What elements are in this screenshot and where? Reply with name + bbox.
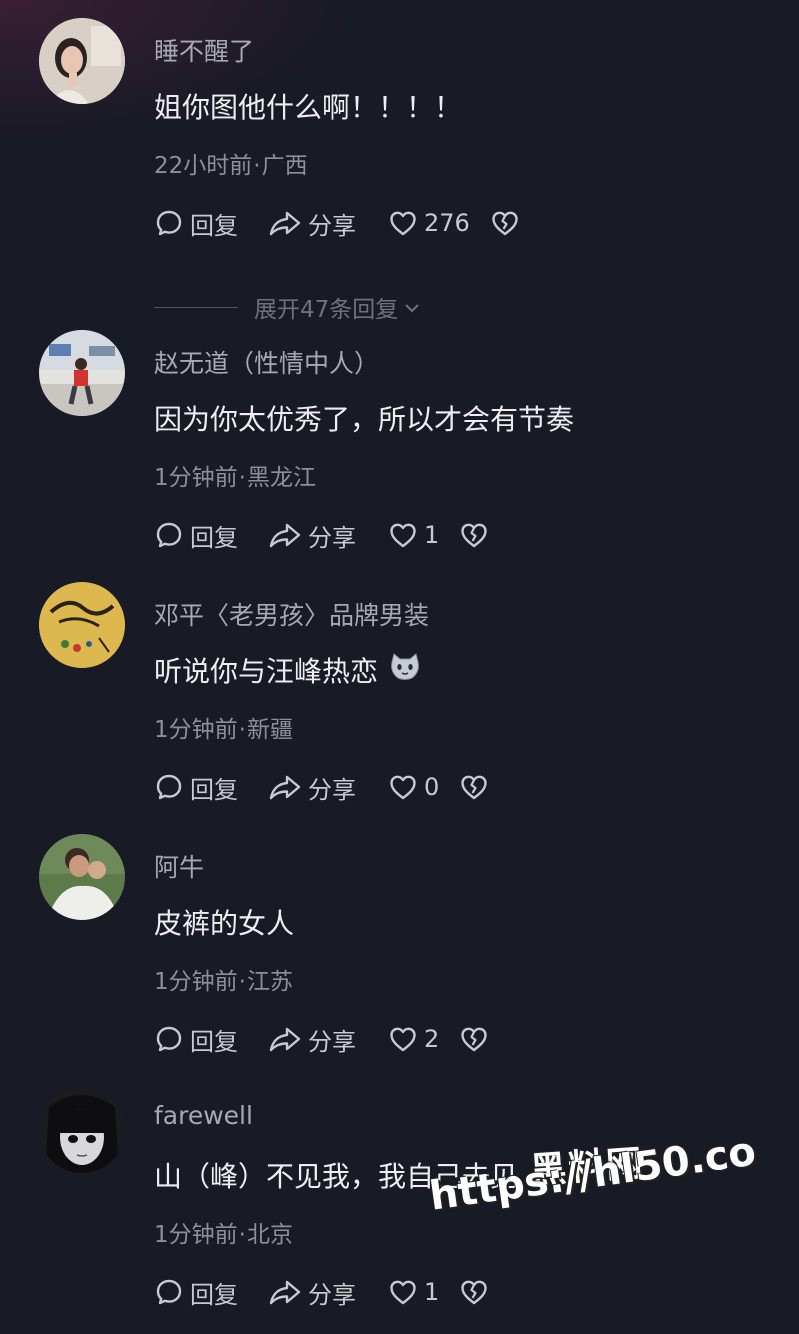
comment-time: 1分钟前 [154,969,238,995]
share-arrow-icon [268,520,302,550]
comment-text: 听说你与汪峰热恋 [154,650,422,690]
reply-label: 回复 [190,523,238,552]
reply-label: 回复 [190,211,238,240]
heart-icon [388,773,418,801]
broken-heart-icon [459,773,489,801]
comment-bubble-icon [154,772,184,802]
comment-bubble-icon [154,1277,184,1307]
share-arrow-icon [268,1024,302,1054]
reply-label: 回复 [190,1027,238,1056]
reply-button[interactable]: 回复 [154,206,268,241]
comment-meta: 22小时前·广西 [154,153,308,179]
comment-text-content: 听说你与汪峰热恋 [154,655,379,688]
reply-button[interactable]: 回复 [154,770,268,805]
share-label: 分享 [308,211,356,240]
comment-actions: 回复 分享 0 [154,767,489,807]
dislike-button[interactable] [459,1025,489,1053]
username[interactable]: farewell [154,1101,253,1130]
comment-meta: 1分钟前·江苏 [154,969,293,995]
reply-label: 回复 [190,1280,238,1309]
cat-emoji-icon [388,652,422,689]
comment-meta: 1分钟前·黑龙江 [154,465,316,491]
watermark: 黑料网 https://hl50.co [427,1128,770,1258]
broken-heart-icon [459,521,489,549]
comment-actions: 回复 分享 276 [154,203,520,243]
like-count: 276 [424,209,470,237]
heart-icon [388,209,418,237]
share-button[interactable]: 分享 [268,206,388,241]
dislike-button[interactable] [459,1278,489,1306]
like-button[interactable]: 1 [388,1278,439,1306]
username[interactable]: 赵无道（性情中人） [154,344,379,380]
share-button[interactable]: 分享 [268,1275,388,1310]
comment-text-content: 因为你太优秀了，所以才会有节奏 [154,403,575,436]
avatar[interactable] [39,1087,125,1173]
share-label: 分享 [308,1027,356,1056]
share-arrow-icon [268,772,302,802]
divider-line [154,306,238,308]
comment-text: 姐你图他什么啊！！！！ [154,86,462,126]
like-count: 1 [424,521,440,549]
reply-button[interactable]: 回复 [154,518,268,553]
comment-actions: 回复 分享 2 [154,1019,489,1059]
expand-replies-button[interactable]: 展开47条回复 [154,290,420,324]
avatar[interactable] [39,582,125,668]
comment-time: 1分钟前 [154,717,238,743]
broken-heart-icon [459,1278,489,1306]
share-button[interactable]: 分享 [268,1022,388,1057]
comment-meta: 1分钟前·北京 [154,1222,293,1248]
share-button[interactable]: 分享 [268,518,388,553]
reply-button[interactable]: 回复 [154,1022,268,1057]
share-arrow-icon [268,208,302,238]
like-count: 1 [424,1278,440,1306]
comment-bubble-icon [154,208,184,238]
broken-heart-icon [459,1025,489,1053]
share-label: 分享 [308,1280,356,1309]
share-arrow-icon [268,1277,302,1307]
avatar[interactable] [39,18,125,104]
broken-heart-icon [490,209,520,237]
comment-actions: 回复 分享 1 [154,1272,489,1312]
like-count: 2 [424,1025,440,1053]
comment-location: 江苏 [246,969,293,995]
comment-bubble-icon [154,1024,184,1054]
comment-meta: 1分钟前·新疆 [154,717,293,743]
heart-icon [388,1025,418,1053]
like-button[interactable]: 276 [388,209,470,237]
expand-replies-label: 展开47条回复 [254,297,399,323]
dislike-button[interactable] [490,209,520,237]
like-count: 0 [424,773,440,801]
heart-icon [388,521,418,549]
comment-time: 1分钟前 [154,465,238,491]
comment-text-content: 姐你图他什么啊！！！！ [154,91,463,124]
like-button[interactable]: 1 [388,521,439,549]
comment-location: 新疆 [246,717,293,743]
avatar[interactable] [39,330,125,416]
avatar[interactable] [39,834,125,920]
comment-text: 因为你太优秀了，所以才会有节奏 [154,398,574,438]
dislike-button[interactable] [459,521,489,549]
comment-location: 黑龙江 [246,465,316,491]
heart-icon [388,1278,418,1306]
comment-text-content: 皮裤的女人 [154,907,295,940]
comment-location: 北京 [246,1222,293,1248]
username[interactable]: 邓平〈老男孩〉品牌男装 [154,596,429,632]
chevron-down-icon [404,294,420,320]
reply-label: 回复 [190,775,238,804]
share-button[interactable]: 分享 [268,770,388,805]
like-button[interactable]: 0 [388,773,439,801]
comment-bubble-icon [154,520,184,550]
comment-text: 皮裤的女人 [154,902,294,942]
share-label: 分享 [308,523,356,552]
share-label: 分享 [308,775,356,804]
comment-time: 22小时前 [154,153,253,179]
username[interactable]: 阿牛 [154,848,204,884]
comment-location: 广西 [261,153,308,179]
username[interactable]: 睡不醒了 [154,32,254,68]
dislike-button[interactable] [459,773,489,801]
comment-actions: 回复 分享 1 [154,515,489,555]
comment-time: 1分钟前 [154,1222,238,1248]
reply-button[interactable]: 回复 [154,1275,268,1310]
like-button[interactable]: 2 [388,1025,439,1053]
